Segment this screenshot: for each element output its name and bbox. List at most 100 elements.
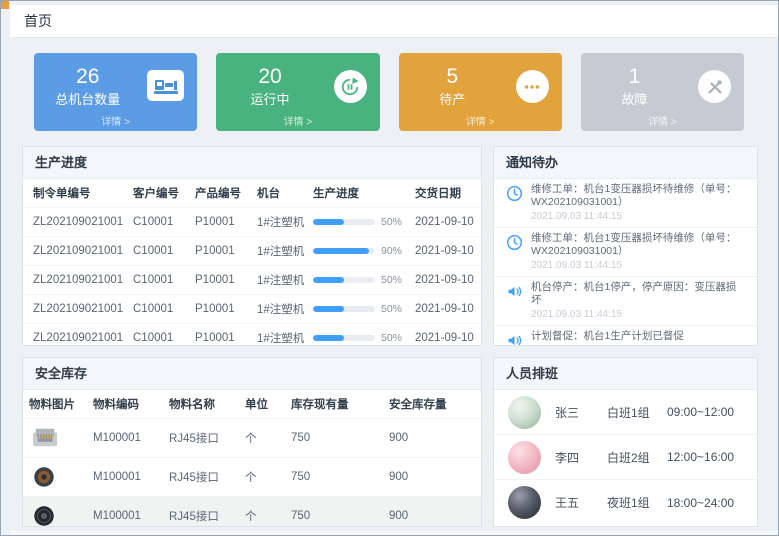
- panel-title: 安全库存: [23, 358, 481, 390]
- person-time: 12:00~16:00: [667, 450, 734, 464]
- delivery-date: 2021-09-10: [409, 266, 481, 295]
- progress-fill: [313, 219, 344, 225]
- material-code: M100001: [87, 419, 163, 458]
- column-header: 物料编码: [87, 390, 163, 419]
- panel-body: 维修工单：机台1变压器损坏待维修（单号：WX202109031001） 2021…: [494, 179, 757, 345]
- inventory-row: M100001 RJ45接口 个 750 900: [23, 458, 481, 497]
- card-label: 总机台数量: [44, 89, 132, 108]
- notifications-panel: 通知待办 维修工单：机台1变压器损坏待维修（单号：WX202109031001）…: [493, 146, 758, 346]
- progress-fill: [313, 277, 344, 283]
- horizontal-scrollbar[interactable]: [10, 531, 778, 536]
- safety-stock: 900: [383, 458, 481, 497]
- person-name: 王五: [555, 494, 607, 511]
- tab-home[interactable]: 首页: [24, 11, 52, 31]
- progress-value: 50%: [381, 216, 402, 228]
- material-unit: 个: [239, 419, 285, 458]
- card-info: 5 待产: [409, 65, 497, 108]
- order-no: ZL202109021001: [23, 266, 127, 295]
- panels-grid: 生产进度 制令单编号 客户编号 产品编号 机台 生产进度 交货日期: [22, 146, 758, 527]
- clock-icon: [506, 185, 523, 202]
- notice-item[interactable]: 维修工单：机台1变压器损坏待维修（单号：WX202109031001） 2021…: [494, 179, 757, 228]
- notice-item[interactable]: 机台停产：机台1停产，停产原因：变压器损坏 2021.09.03 11:44:1…: [494, 277, 757, 326]
- progress-fill: [313, 248, 369, 254]
- production-progress-panel: 生产进度 制令单编号 客户编号 产品编号 机台 生产进度 交货日期: [22, 146, 482, 346]
- card-detail-link[interactable]: 详情 >: [34, 113, 197, 128]
- notice-item[interactable]: 计划督促：机台1生产计划已督促 2021.09.03 11:44:15: [494, 326, 757, 345]
- column-header: 物料名称: [163, 390, 239, 419]
- stock-on-hand: 750: [285, 458, 383, 497]
- machine-name: 1#注塑机: [251, 324, 307, 346]
- card-total-machines[interactable]: 26 总机台数量 详情 >: [34, 53, 197, 131]
- column-header: 制令单编号: [23, 179, 127, 208]
- progress-value: 50%: [381, 303, 402, 315]
- person-shift: 白班1组: [607, 404, 667, 421]
- person-name: 李四: [555, 449, 607, 466]
- production-row: ZL202109021001 C10001 P10001 1#注塑机 50% 2…: [23, 324, 481, 346]
- order-no: ZL202109021001: [23, 237, 127, 266]
- progress-cell: 90%: [307, 237, 409, 266]
- card-running[interactable]: 20 运行中 详情 >: [216, 53, 379, 131]
- stat-cards-row: 26 总机台数量 详情 > 20 运行中: [34, 53, 744, 131]
- material-code: M100001: [87, 497, 163, 527]
- inventory-row: M100001 RJ45接口 个 750 900: [23, 497, 481, 527]
- progress-track: [313, 335, 375, 341]
- card-value: 5: [409, 65, 497, 88]
- delivery-date: 2021-09-10: [409, 237, 481, 266]
- delivery-date: 2021-09-10: [409, 324, 481, 346]
- card-detail-link[interactable]: 详情 >: [581, 113, 744, 128]
- production-row: ZL202109021001 C10001 P10001 1#注塑机 90% 2…: [23, 237, 481, 266]
- person-name: 张三: [555, 404, 607, 421]
- production-row: ZL202109021001 C10001 P10001 1#注塑机 50% 2…: [23, 295, 481, 324]
- progress-value: 50%: [381, 332, 402, 344]
- ellipsis-icon: [516, 70, 549, 103]
- tools-icon: [698, 70, 731, 103]
- speaker-icon: [506, 283, 523, 300]
- card-value: 1: [591, 65, 679, 88]
- delivery-date: 2021-09-10: [409, 295, 481, 324]
- notice-text: 计划督促：机台1生产计划已督促: [531, 330, 745, 343]
- progress-cell: 50%: [307, 208, 409, 237]
- card-detail-link[interactable]: 详情 >: [399, 113, 562, 128]
- production-row: ZL202109021001 C10001 P10001 1#注塑机 50% 2…: [23, 208, 481, 237]
- card-info: 26 总机台数量: [44, 65, 132, 108]
- material-unit: 个: [239, 497, 285, 527]
- material-image-speaker: [23, 497, 87, 527]
- progress-cell: 50%: [307, 324, 409, 346]
- notice-time: 2021.09.03 11:44:15: [531, 261, 745, 271]
- card-standby[interactable]: 5 待产 详情 >: [399, 53, 562, 131]
- customer-no: C10001: [127, 324, 189, 346]
- delivery-date: 2021-09-10: [409, 208, 481, 237]
- top-tab-bar: 首页: [10, 5, 778, 38]
- card-detail-link[interactable]: 详情 >: [216, 113, 379, 128]
- material-name: RJ45接口: [163, 419, 239, 458]
- panel-title: 通知待办: [494, 147, 757, 179]
- notice-text: 机台停产：机台1停产，停产原因：变压器损坏: [531, 281, 745, 307]
- notice-time: 2021.09.03 11:44:15: [531, 212, 745, 222]
- avatar: [508, 441, 541, 474]
- column-header: 机台: [251, 179, 307, 208]
- card-info: 20 运行中: [226, 65, 314, 108]
- material-image-coil: [23, 458, 87, 497]
- column-header: 安全库存量: [383, 390, 481, 419]
- notice-text: 维修工单：机台1变压器损坏待维修（单号：WX202109031001）: [531, 183, 745, 209]
- person-time: 09:00~12:00: [667, 405, 734, 419]
- notice-body: 维修工单：机台1变压器损坏待维修（单号：WX202109031001） 2021…: [531, 183, 745, 222]
- notice-item[interactable]: 维修工单：机台1变压器损坏待维修（单号：WX202109031001） 2021…: [494, 228, 757, 277]
- product-no: P10001: [189, 208, 251, 237]
- dashboard-content: 26 总机台数量 详情 > 20 运行中: [10, 38, 778, 535]
- panel-body: 制令单编号 客户编号 产品编号 机台 生产进度 交货日期 ZL202109021…: [23, 179, 481, 345]
- progress-value: 90%: [381, 245, 402, 257]
- card-fault[interactable]: 1 故障 详情 >: [581, 53, 744, 131]
- notice-time: 2021.09.03 11:44:15: [531, 310, 745, 320]
- product-no: P10001: [189, 237, 251, 266]
- notice-text: 维修工单：机台1变压器损坏待维修（单号：WX202109031001）: [531, 232, 745, 258]
- schedule-row: 李四 白班2组 12:00~16:00: [494, 435, 757, 480]
- column-header: 产品编号: [189, 179, 251, 208]
- product-no: P10001: [189, 295, 251, 324]
- notice-body: 计划督促：机台1生产计划已督促 2021.09.03 11:44:15: [531, 330, 745, 345]
- inventory-row: M100001 RJ45接口 个 750 900: [23, 419, 481, 458]
- person-time: 18:00~24:00: [667, 496, 734, 510]
- person-shift: 夜班1组: [607, 494, 667, 511]
- material-name: RJ45接口: [163, 497, 239, 527]
- safety-stock-panel: 安全库存 物料图片 物料编码 物料名称 单位 库存现有量 安全库存量: [22, 357, 482, 527]
